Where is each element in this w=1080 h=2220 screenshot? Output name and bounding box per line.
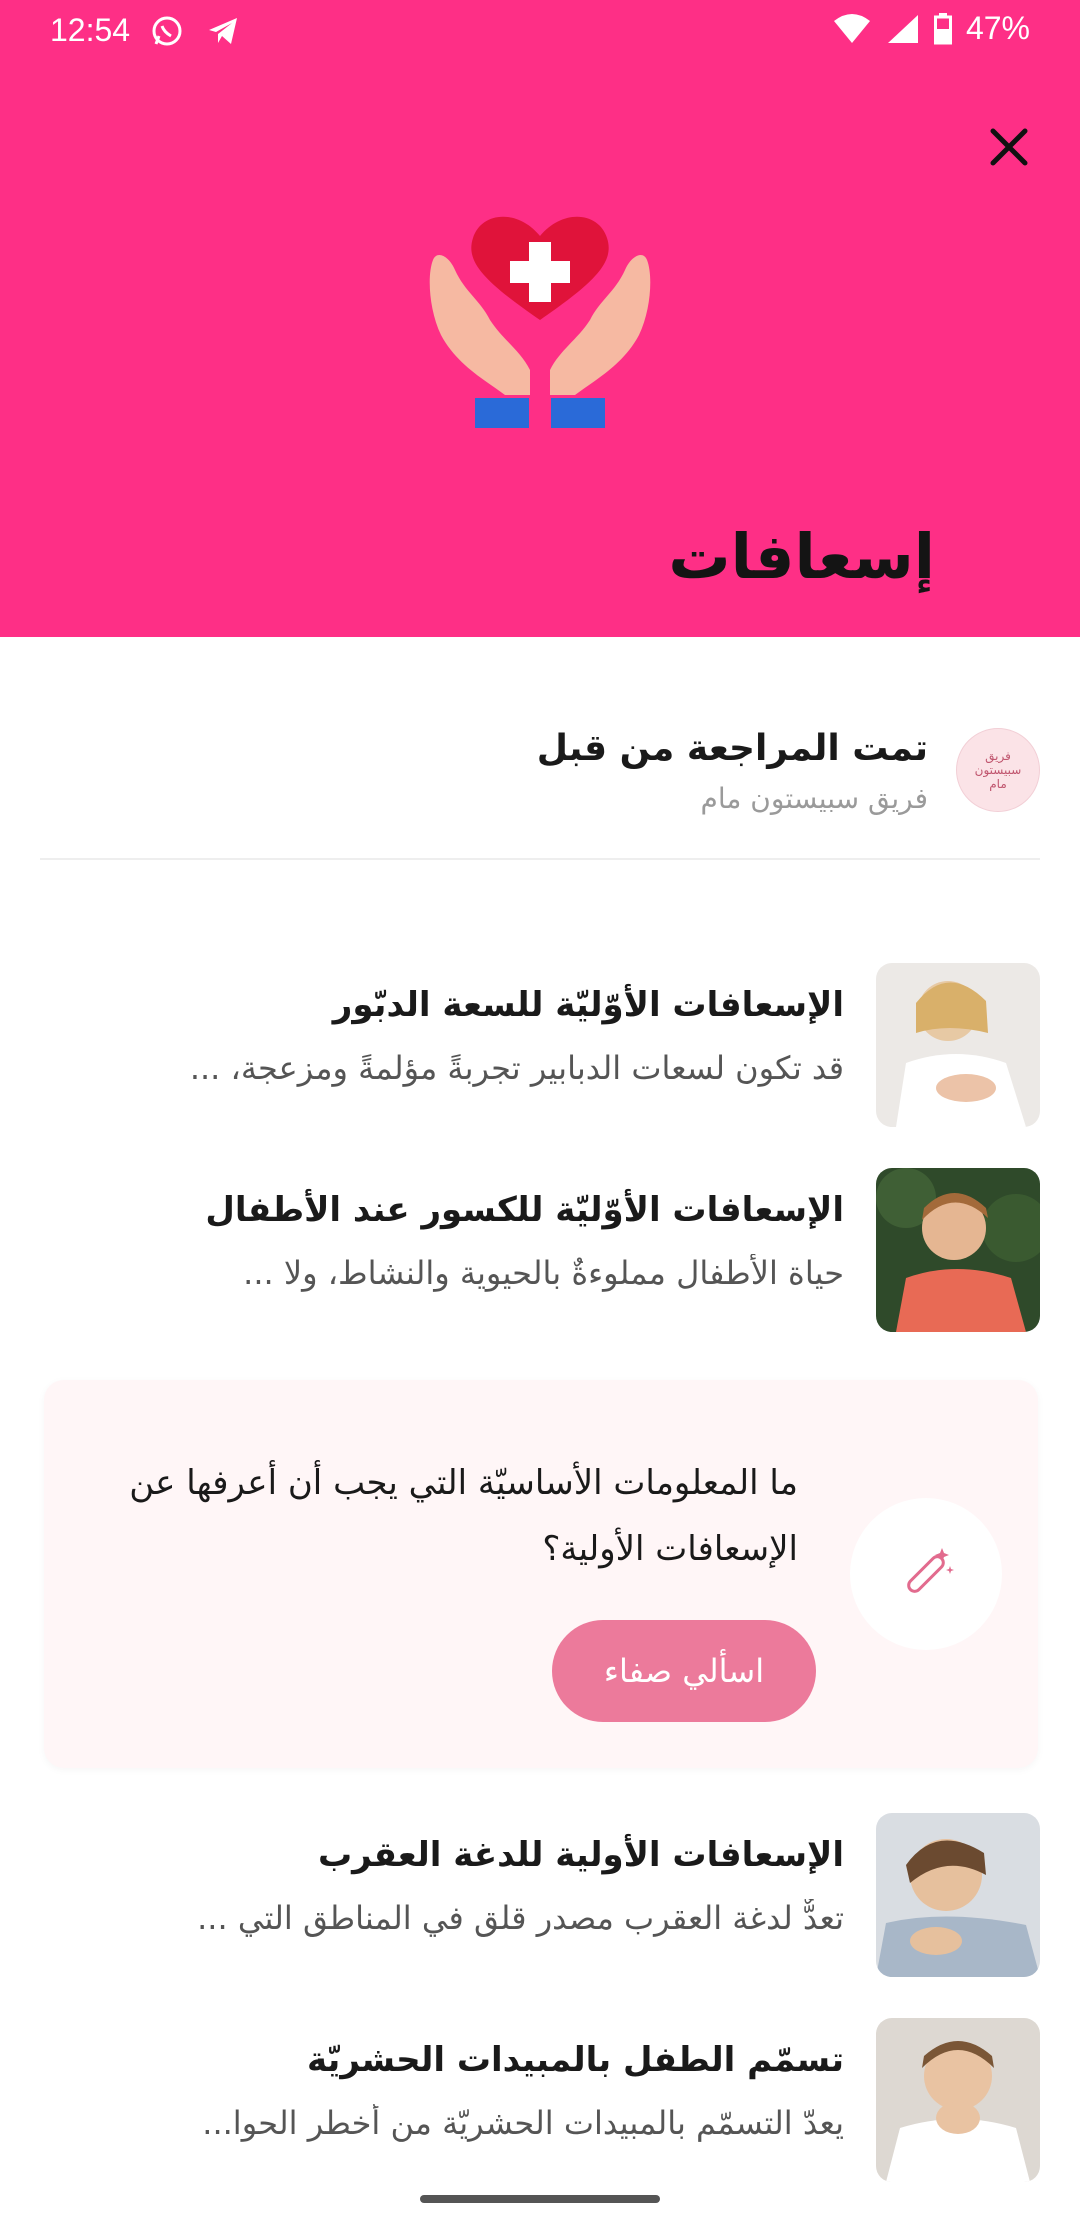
battery-percent: 47% — [965, 10, 1030, 46]
telegram-icon — [209, 18, 237, 44]
ask-safaa-button[interactable]: اسألي صفاء — [552, 1620, 816, 1722]
article-excerpt: يعدّ التسمّم بالمبيدات الحشريّة من أخطر … — [202, 2104, 844, 2142]
article-item[interactable]: تسمّم الطفل بالمبيدات الحشريّة يعدّ التس… — [40, 2018, 1040, 2184]
article-item[interactable]: الإسعافات الأوّليّة للكسور عند الأطفال ح… — [40, 1168, 1040, 1334]
article-title[interactable]: الإسعافات الأوّليّة للسعة الدبّور — [333, 985, 844, 1025]
whatsapp-icon — [152, 16, 182, 46]
page-title: إسعافات — [668, 520, 935, 593]
article-title[interactable]: الإسعافات الأوّليّة للكسور عند الأطفال — [205, 1190, 844, 1230]
hands-heart-medical-icon — [429, 216, 651, 428]
close-button[interactable] — [980, 118, 1038, 176]
reviewer-avatar-text: فريق سبيستون مام — [974, 749, 1022, 791]
article-excerpt: تعدٌّ لدغة العقرب مصدر قلق في المناطق ال… — [197, 1899, 844, 1937]
reviewer-avatar: فريق سبيستون مام — [956, 728, 1040, 812]
status-bar: 12:54 47% — [0, 0, 1080, 62]
status-right: 47% — [832, 10, 1030, 47]
article-excerpt: قد تكون لسعات الدبابير تجربةً مؤلمةً ومز… — [189, 1049, 844, 1087]
battery-icon — [933, 12, 952, 44]
header: 12:54 47% إسعافات — [0, 0, 1080, 637]
ask-icon-circle — [850, 1498, 1002, 1650]
article-excerpt: حياة الأطفال مملوءةٌ بالحيوية والنشاط، و… — [243, 1254, 844, 1292]
reviewer-name: فريق سبيستون مام — [700, 782, 928, 815]
wifi-icon — [833, 13, 870, 43]
article-thumbnail[interactable] — [876, 1168, 1040, 1332]
article-item[interactable]: الإسعافات الأولية للدغة العقرب تعدٌّ لدغ… — [40, 1813, 1040, 1979]
article-thumbnail[interactable] — [876, 1813, 1040, 1977]
ask-question: ما المعلومات الأساسيّة التي يجب أن أعرفه… — [129, 1463, 798, 1569]
ask-card: ما المعلومات الأساسيّة التي يجب أن أعرفه… — [44, 1380, 1038, 1768]
article-thumbnail[interactable] — [876, 2018, 1040, 2182]
close-icon[interactable] — [989, 127, 1029, 167]
article-title[interactable]: تسمّم الطفل بالمبيدات الحشريّة — [307, 2040, 844, 2080]
reviewed-title: تمت المراجعة من قبل — [536, 728, 928, 769]
status-time: 12:54 — [50, 12, 131, 48]
divider — [40, 858, 1040, 860]
home-indicator[interactable] — [420, 2195, 660, 2203]
magic-wand-icon — [907, 1548, 954, 1593]
signal-icon — [887, 14, 918, 43]
article-thumbnail[interactable] — [876, 963, 1040, 1127]
article-title[interactable]: الإسعافات الأولية للدغة العقرب — [318, 1835, 844, 1875]
article-item[interactable]: الإسعافات الأوّليّة للسعة الدبّور قد تكو… — [40, 963, 1040, 1129]
reviewed-by-section: فريق سبيستون مام تمت المراجعة من قبل فري… — [40, 720, 1040, 860]
